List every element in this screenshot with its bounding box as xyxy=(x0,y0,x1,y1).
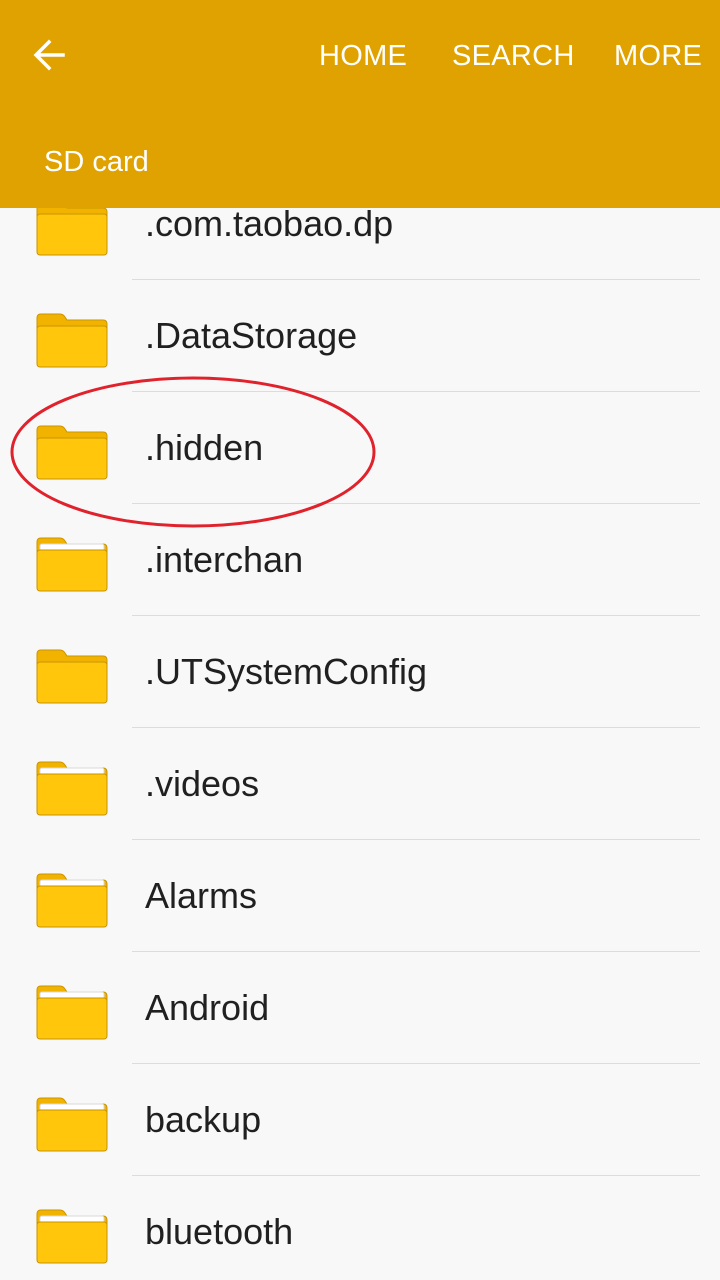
folder-name: .hidden xyxy=(145,427,264,468)
search-button[interactable]: SEARCH xyxy=(452,34,575,78)
folder-list: .com.taobao.dp .DataStorage .hidden .interc… xyxy=(0,168,720,1280)
home-button[interactable]: HOME xyxy=(319,34,407,78)
more-button[interactable]: MORE xyxy=(614,34,702,78)
folder-name: .DataStorage xyxy=(145,315,358,356)
folder-row[interactable]: .interchan xyxy=(0,504,720,616)
folder-name: .videos xyxy=(145,763,260,804)
folder-icon xyxy=(36,873,108,928)
folder-icon xyxy=(36,649,108,704)
folder-row[interactable]: bluetooth xyxy=(0,1176,720,1280)
folder-name: bluetooth xyxy=(145,1211,294,1252)
folder-icon xyxy=(36,761,108,816)
folder-row[interactable]: Android xyxy=(0,952,720,1064)
current-path-title: SD card xyxy=(44,146,149,178)
folder-icon xyxy=(36,985,108,1040)
folder-icon xyxy=(36,1209,108,1264)
folder-row[interactable]: .videos xyxy=(0,728,720,840)
folder-row[interactable]: backup xyxy=(0,1064,720,1176)
back-arrow-icon xyxy=(33,39,65,71)
file-manager-screen: HOME SEARCH MORE SD card .com.taobao.dp.… xyxy=(0,0,720,1280)
folder-icon xyxy=(36,425,108,480)
folder-icon xyxy=(36,313,108,368)
folder-name: Android xyxy=(145,987,270,1028)
folder-row[interactable]: Alarms xyxy=(0,840,720,952)
folder-icon xyxy=(36,537,108,592)
folder-row[interactable]: .DataStorage xyxy=(0,280,720,392)
folder-name: Alarms xyxy=(145,875,258,916)
folder-name: .UTSystemConfig xyxy=(145,651,428,692)
app-bar: HOME SEARCH MORE SD card xyxy=(0,0,720,208)
back-button[interactable] xyxy=(20,26,78,84)
folder-icon xyxy=(36,201,108,256)
folder-name: backup xyxy=(145,1099,262,1140)
folder-row[interactable]: .hidden xyxy=(0,392,720,504)
folder-row[interactable]: .UTSystemConfig xyxy=(0,616,720,728)
folder-icon xyxy=(36,1097,108,1152)
folder-name: .interchan xyxy=(145,539,304,580)
